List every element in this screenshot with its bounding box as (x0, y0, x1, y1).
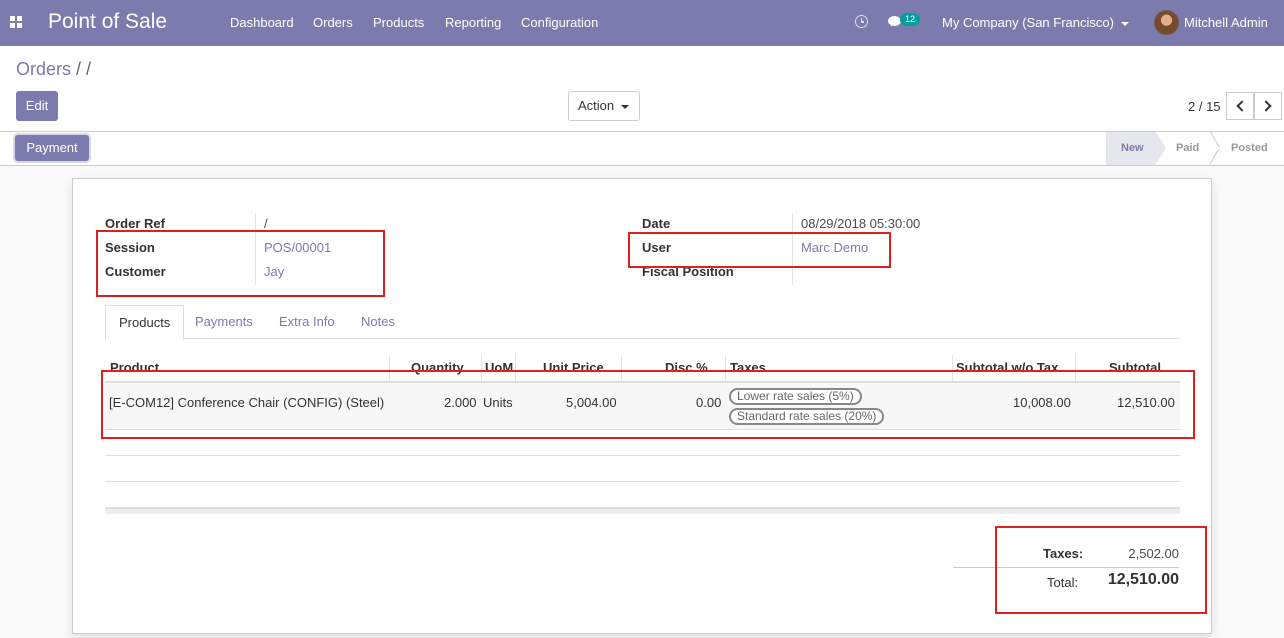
customer-label: Customer (105, 264, 166, 279)
taxes-total-value: 2,502.00 (1128, 546, 1179, 561)
row-unit-price: 5,004.00 (566, 395, 617, 410)
field-separator (255, 213, 256, 285)
column-separator (1075, 355, 1076, 381)
stage-new: New (1106, 132, 1166, 165)
taxes-total-label: Taxes: (1043, 546, 1084, 561)
totals-divider (953, 567, 1179, 568)
table-footer (105, 508, 1180, 514)
activity-clock-icon[interactable] (855, 15, 868, 28)
empty-row (105, 430, 1180, 456)
pager-value[interactable]: 2 / 15 (1188, 99, 1221, 114)
stage-divider (1210, 132, 1222, 165)
column-subtotal-wo-tax[interactable]: Subtotal w/o Tax (956, 360, 1058, 375)
tax-tag: Standard rate sales (20%) (729, 408, 885, 425)
form-sheet: Order Ref / Session POS/00001 Customer J… (72, 178, 1212, 634)
row-uom: Units (483, 395, 513, 410)
messages-chat-icon[interactable] (888, 16, 901, 27)
edit-button[interactable]: Edit (16, 91, 58, 121)
tab-payments[interactable]: Payments (182, 305, 266, 339)
control-panel: Orders / / Edit Action 2 / 15 (0, 46, 1284, 132)
grand-total-label: Total: (1047, 575, 1079, 590)
menu-configuration[interactable]: Configuration (521, 15, 598, 30)
payment-button[interactable]: Payment (15, 135, 89, 161)
chevron-left-icon (1236, 100, 1248, 112)
row-discount: 0.00 (696, 395, 722, 410)
row-quantity: 2.000 (444, 395, 477, 410)
column-product[interactable]: Product (110, 360, 159, 375)
stage-posted: Posted (1231, 142, 1268, 154)
tax-tag: Lower rate sales (5%) (729, 388, 862, 405)
chevron-down-icon (1120, 21, 1129, 26)
breadcrumb-orders-link[interactable]: Orders (16, 59, 71, 79)
grand-total-value: 12,510.00 (1107, 571, 1179, 588)
column-separator (725, 355, 726, 381)
row-subtotal-wo-tax: 10,008.00 (1013, 395, 1071, 410)
field-separator (792, 213, 793, 285)
row-product: [E-COM12] Conference Chair (CONFIG) (Ste… (109, 395, 385, 410)
messages-count-badge: 12 (900, 13, 921, 26)
column-taxes[interactable]: Taxes (730, 360, 766, 375)
column-separator (515, 355, 516, 381)
company-switcher[interactable]: My Company (San Francisco) (942, 15, 1129, 30)
menu-reporting[interactable]: Reporting (445, 15, 501, 30)
customer-link[interactable]: Jay (264, 264, 284, 279)
empty-row (105, 482, 1180, 508)
tab-notes[interactable]: Notes (348, 305, 408, 339)
chevron-right-icon (1260, 100, 1272, 112)
column-separator (389, 355, 390, 381)
column-discount[interactable]: Disc.% (665, 360, 708, 375)
breadcrumb: Orders / / (16, 59, 91, 80)
row-subtotal: 12,510.00 (1117, 395, 1175, 410)
column-separator (952, 355, 953, 381)
session-label: Session (105, 240, 155, 255)
user-link[interactable]: Marc Demo (801, 240, 868, 255)
pager-next-button[interactable] (1254, 92, 1282, 120)
column-separator (481, 355, 482, 381)
user-avatar[interactable] (1154, 10, 1179, 35)
order-ref-label: Order Ref (105, 216, 165, 231)
order-ref-value: / (264, 216, 268, 231)
pager-previous-button[interactable] (1226, 92, 1254, 120)
column-unit-price[interactable]: Unit Price (543, 360, 604, 375)
date-label: Date (642, 216, 671, 231)
action-label: Action (578, 98, 615, 113)
session-link[interactable]: POS/00001 (264, 240, 331, 255)
tab-products[interactable]: Products (105, 305, 185, 340)
menu-products[interactable]: Products (373, 15, 424, 30)
empty-row (105, 456, 1180, 482)
breadcrumb-current: / (86, 59, 92, 79)
table-row[interactable]: [E-COM12] Conference Chair (CONFIG) (Ste… (105, 384, 1180, 430)
notebook-tabs: Products Payments Extra Info Notes (105, 305, 1180, 340)
menu-dashboard[interactable]: Dashboard (230, 15, 294, 30)
company-name: My Company (San Francisco) (942, 15, 1114, 30)
user-label: User (642, 240, 671, 255)
column-quantity[interactable]: Quantity (411, 360, 464, 375)
fiscal-position-label: Fiscal Position (642, 264, 734, 279)
stage-paid: Paid (1176, 142, 1200, 154)
column-uom[interactable]: UoM (485, 360, 513, 375)
column-subtotal[interactable]: Subtotal (1109, 360, 1161, 375)
chevron-down-icon (621, 104, 630, 109)
order-lines-header: Product Quantity UoM Unit Price Disc.% T… (105, 355, 1180, 383)
top-navbar: Point of Sale Dashboard Orders Products … (0, 0, 1284, 46)
menu-orders[interactable]: Orders (313, 15, 353, 30)
column-separator (621, 355, 622, 381)
action-dropdown-button[interactable]: Action (568, 91, 640, 121)
tab-extra-info[interactable]: Extra Info (266, 305, 348, 339)
date-value: 08/29/2018 05:30:00 (801, 216, 921, 231)
breadcrumb-separator: / (76, 59, 87, 79)
app-title: Point of Sale (48, 10, 168, 33)
user-menu[interactable]: Mitchell Admin (1184, 15, 1268, 30)
status-bar: Payment New Paid Posted (0, 132, 1284, 166)
apps-menu-icon[interactable] (10, 16, 22, 28)
